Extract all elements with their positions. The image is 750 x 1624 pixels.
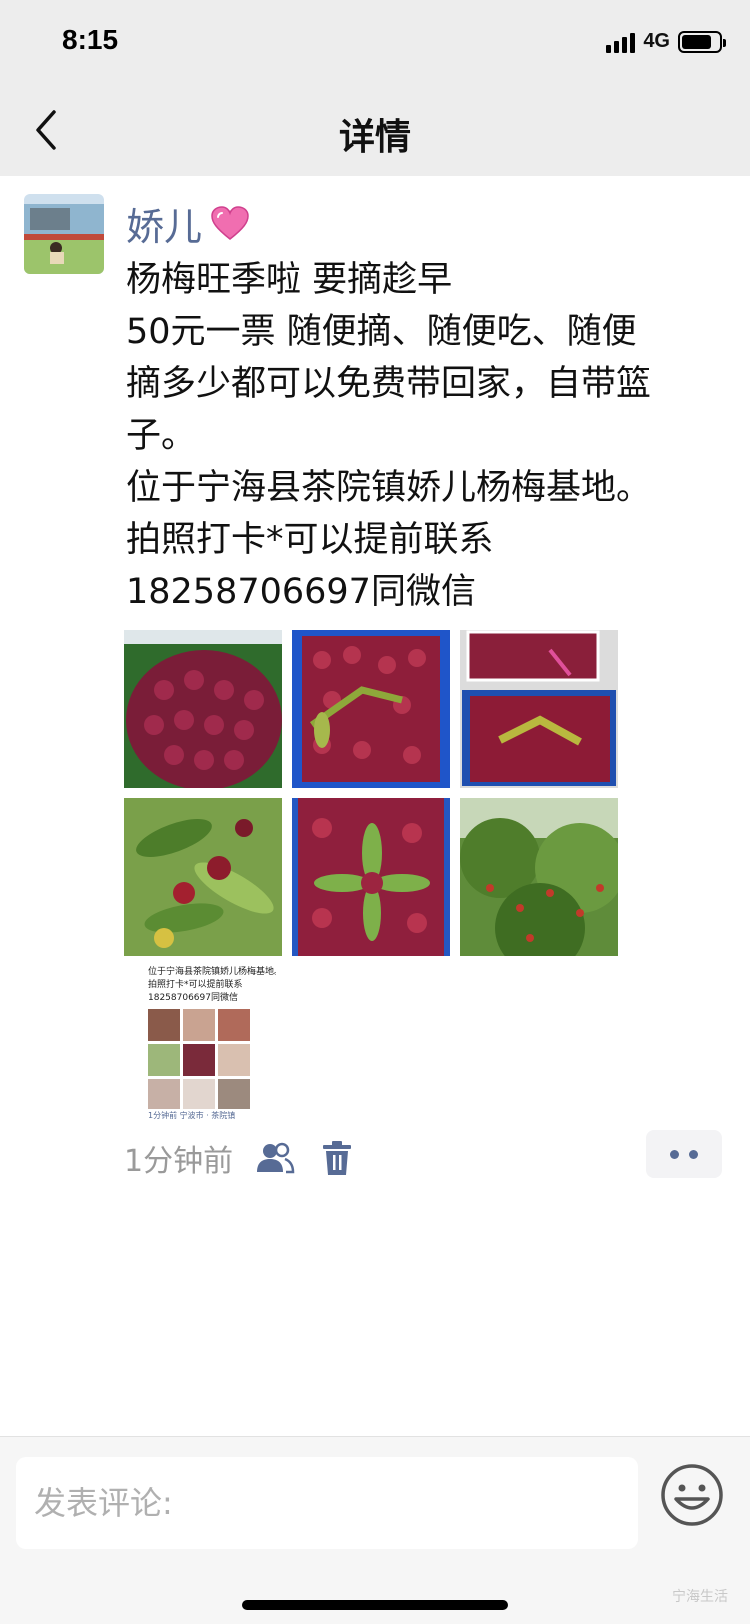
page-title: 详情 — [338, 117, 411, 158]
photo-bayberry-tree-closeup[interactable] — [124, 798, 282, 956]
author-label: 娇儿 — [126, 205, 203, 249]
trash-icon[interactable] — [317, 1138, 357, 1178]
post-line: 50元一票 随便摘、随便吃、随便 — [126, 312, 637, 352]
status-time: 8:15 — [62, 24, 119, 55]
network-label: 4G — [643, 30, 670, 52]
visibility-users-icon[interactable] — [255, 1138, 295, 1178]
photo-bayberry-blue-basket[interactable] — [292, 630, 450, 788]
top-bar: 8:15 4G 详情 — [0, 0, 750, 176]
screenshot-footer: 1分钟前 宁波市 · 茶院镇 — [148, 1111, 236, 1120]
comment-input[interactable] — [16, 1457, 638, 1549]
post-line: 18258706697同微信 — [126, 572, 476, 612]
author-name[interactable]: 娇儿 — [126, 196, 250, 251]
screenshot-line: 18258706697同微信 — [148, 993, 238, 1003]
dot-icon — [689, 1149, 698, 1159]
photo-bayberry-boxes[interactable] — [460, 630, 618, 788]
post-line: 子。 — [126, 416, 197, 456]
photo-screenshot[interactable]: 位于宁海县茶院镇娇儿杨梅基地。 拍照打卡*可以提前联系 18258706697同… — [148, 966, 276, 1126]
comment-bar — [0, 1436, 750, 1624]
avatar[interactable] — [24, 194, 104, 274]
post-line: 位于宁海县茶院镇娇儿杨梅基地。 — [126, 468, 652, 508]
screenshot-line: 拍照打卡*可以提前联系 — [148, 980, 243, 990]
home-indicator — [242, 1600, 508, 1610]
heart-emoji-icon — [211, 205, 249, 240]
dot-icon — [670, 1149, 679, 1159]
status-indicators: 4G — [606, 30, 726, 53]
photo-bayberry-basket[interactable] — [124, 630, 282, 788]
post-meta: 1分钟前 — [124, 1136, 357, 1180]
post-line: 杨梅旺季啦 要摘趁早 — [126, 260, 453, 300]
post-line: 拍照打卡*可以提前联系 — [126, 520, 494, 560]
post-content: 杨梅旺季啦 要摘趁早 50元一票 随便摘、随便吃、随便 摘多少都可以免费带回家，… — [126, 254, 726, 618]
watermark: 宁海生活 — [672, 1589, 728, 1605]
photo-bayberry-orchard[interactable] — [460, 798, 618, 956]
post-line: 摘多少都可以免费带回家，自带篮 — [126, 364, 652, 404]
emoji-button[interactable] — [660, 1463, 724, 1527]
screenshot-line: 位于宁海县茶院镇娇儿杨梅基地。 — [148, 967, 276, 977]
more-options-button[interactable] — [646, 1130, 722, 1178]
battery-icon — [678, 30, 726, 53]
photo-bayberry-leaves[interactable] — [292, 798, 450, 956]
signal-icon — [606, 31, 636, 53]
post-time: 1分钟前 — [124, 1144, 234, 1179]
